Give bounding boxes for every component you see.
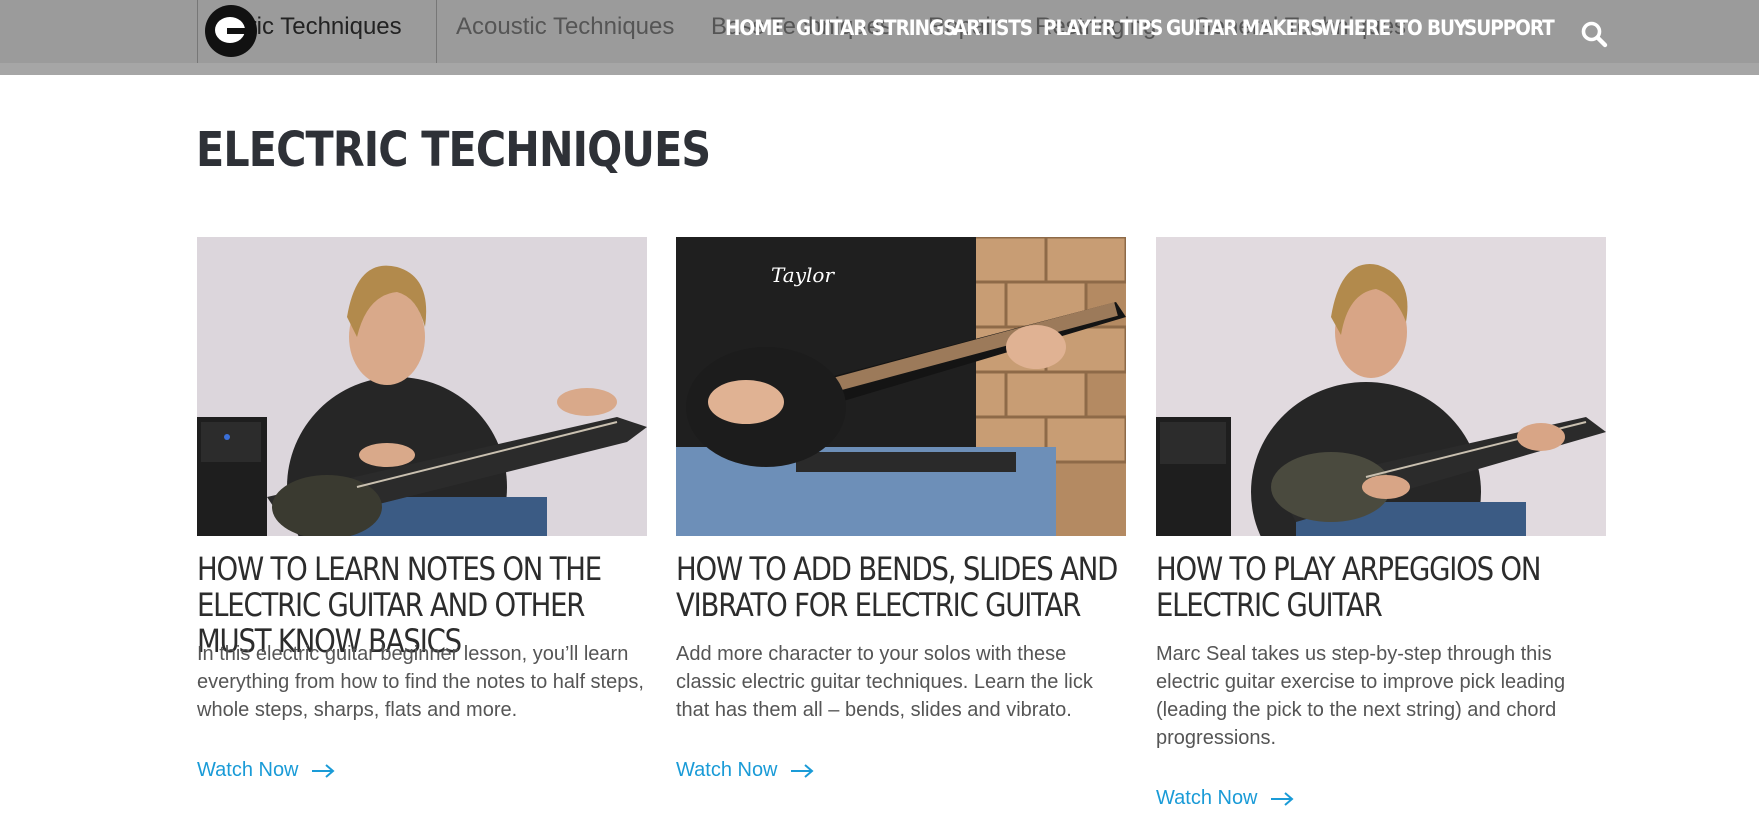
- watch-now-link[interactable]: Watch Now: [197, 759, 335, 782]
- arrow-right-icon: [790, 763, 814, 778]
- nav-where-to-buy[interactable]: WHERE TO BUY: [1320, 16, 1467, 40]
- video-thumbnail[interactable]: [197, 237, 647, 536]
- arrow-right-icon: [311, 763, 335, 778]
- site-header: tric Techniques Acoustic Techniques Bass…: [0, 0, 1759, 75]
- subnav-tab-acoustic[interactable]: Acoustic Techniques: [456, 0, 674, 63]
- card-title[interactable]: HOW TO PLAY ARPEGGIOS ON ELECTRIC GUITAR: [1156, 551, 1603, 623]
- watch-now-label: Watch Now: [197, 759, 299, 781]
- arrow-right-icon: [1270, 791, 1294, 806]
- nav-home[interactable]: HOME: [725, 16, 784, 40]
- watch-now-link[interactable]: Watch Now: [676, 759, 814, 782]
- nav-guitar-strings[interactable]: GUITAR STRINGS: [796, 16, 956, 40]
- card-description: Marc Seal takes us step-by-step through …: [1156, 643, 1566, 749]
- nav-guitar-makers[interactable]: GUITAR MAKERS: [1166, 16, 1324, 40]
- watch-now-label: Watch Now: [676, 759, 778, 781]
- search-icon[interactable]: [1580, 20, 1608, 48]
- watch-now-label: Watch Now: [1156, 787, 1258, 809]
- video-thumbnail[interactable]: [1156, 237, 1606, 536]
- nav-artists[interactable]: ARTISTS: [953, 16, 1033, 40]
- subnav-tab-electric-label: tric Techniques: [242, 13, 402, 40]
- svg-text:Taylor: Taylor: [771, 263, 835, 287]
- nav-player-tips[interactable]: PLAYER TIPS: [1043, 16, 1163, 40]
- header-bottom-strip: [0, 63, 1759, 75]
- card-title[interactable]: HOW TO ADD BENDS, SLIDES AND VIBRATO FOR…: [676, 551, 1123, 623]
- watch-now-link[interactable]: Watch Now: [1156, 787, 1294, 810]
- brand-logo[interactable]: [205, 5, 257, 57]
- video-thumbnail[interactable]: Taylor: [676, 237, 1126, 536]
- card-description: Add more character to your solos with th…: [676, 643, 1093, 721]
- nav-support[interactable]: SUPPORT: [1464, 16, 1555, 40]
- card-description: In this electric guitar beginner lesson,…: [197, 643, 644, 721]
- page-title: ELECTRIC TECHNIQUES: [196, 122, 711, 178]
